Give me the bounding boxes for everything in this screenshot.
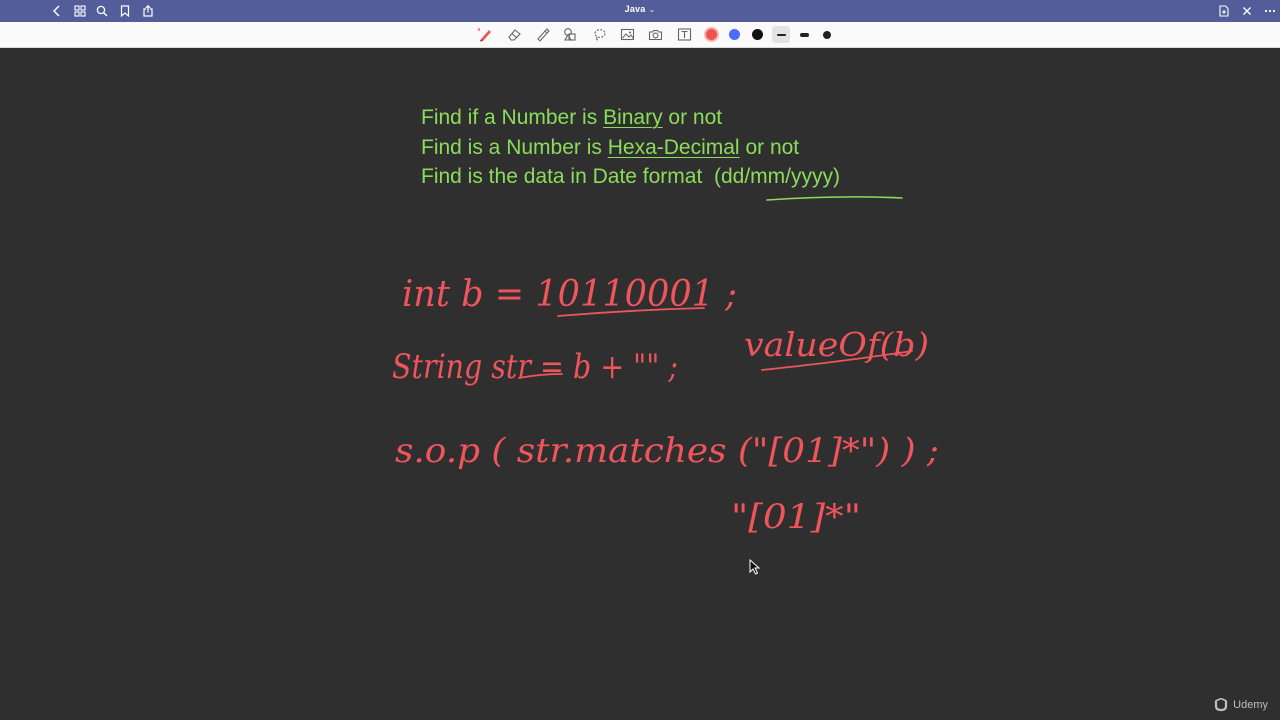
udemy-brand-text: Udemy <box>1233 699 1268 711</box>
color-swatch-blue[interactable] <box>729 29 740 40</box>
shapes-icon[interactable] <box>561 26 579 43</box>
color-swatch-black[interactable] <box>752 29 763 40</box>
tool-bar <box>0 22 1280 48</box>
chevron-down-icon: ⌄ <box>648 5 656 14</box>
close-icon[interactable] <box>1239 3 1255 19</box>
green-underline-stroke <box>766 196 903 201</box>
document-title[interactable]: Java ⌄ <box>0 4 1280 14</box>
eraser-icon[interactable] <box>505 26 523 43</box>
pen-tool-icon[interactable] <box>476 26 494 43</box>
stroke-medium-option[interactable] <box>795 26 813 43</box>
lasso-icon[interactable] <box>590 26 608 43</box>
thick-stroke-icon <box>823 30 831 39</box>
ink-line-valueof: valueOf(b) <box>744 325 929 364</box>
camera-icon[interactable] <box>646 26 664 43</box>
title-bar: Java ⌄ <box>0 0 1280 22</box>
stroke-thick-option[interactable] <box>818 26 836 43</box>
ink-line-regex: "[01]*" <box>731 497 861 537</box>
udemy-logo-icon <box>1215 698 1228 712</box>
text-tool-icon[interactable] <box>675 26 693 43</box>
medium-stroke-icon <box>799 32 809 37</box>
udemy-watermark: Udemy <box>1213 698 1268 712</box>
image-icon[interactable] <box>618 26 636 43</box>
color-swatch-red[interactable] <box>706 29 717 40</box>
document-title-text: Java <box>624 4 646 14</box>
more-icon[interactable] <box>1262 3 1278 19</box>
new-page-icon[interactable] <box>1216 3 1232 19</box>
note-canvas[interactable]: Find if a Number is Binary or not Find i… <box>0 48 1280 720</box>
mouse-cursor-icon <box>749 559 761 575</box>
highlighter-icon[interactable] <box>533 26 551 43</box>
handwriting-layer: int b = 10110001 ; String str = b + "" ;… <box>392 196 939 537</box>
stroke-thin-option[interactable] <box>772 26 790 43</box>
ink-line-int: int b = 10110001 ; <box>402 274 737 315</box>
ink-line-sop: s.o.p ( str.matches ("[01]*") ) ; <box>395 431 939 471</box>
ink-line-string: String str = b + "" ; <box>392 347 678 387</box>
thin-stroke-icon <box>776 33 786 36</box>
